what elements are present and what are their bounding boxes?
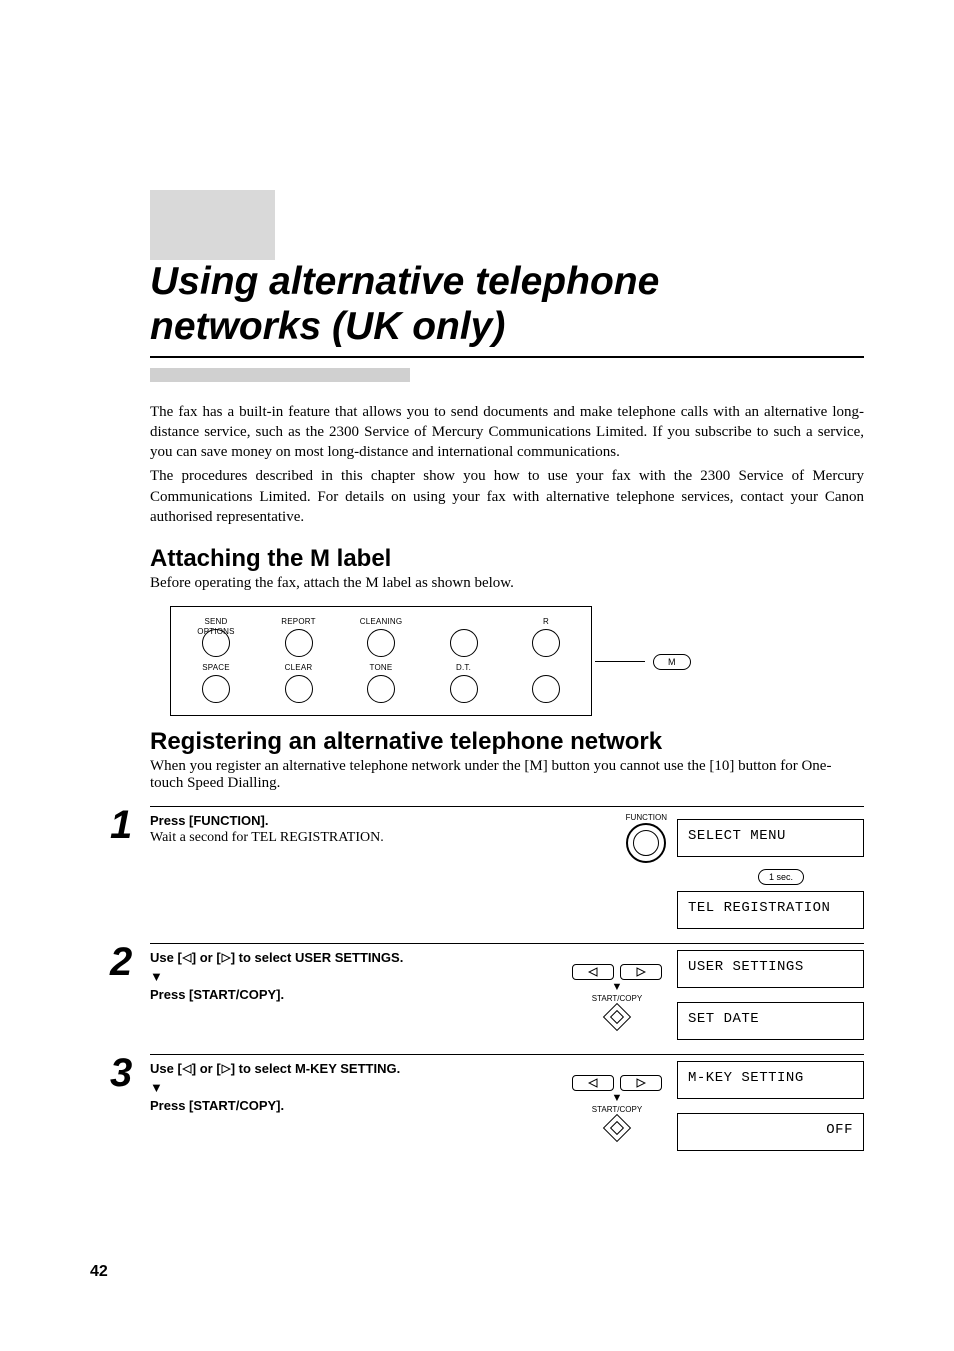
step3-line2: Press [START/COPY]. bbox=[150, 1098, 284, 1113]
start-copy-label: START/COPY bbox=[567, 994, 667, 1003]
btn-label: SPACE bbox=[185, 663, 247, 673]
left-triangle-icon bbox=[182, 1064, 192, 1074]
round-button bbox=[285, 629, 313, 657]
step-2: 2 Use [] or [] to select USER SETTINGS. … bbox=[110, 943, 864, 1040]
heading-attach: Attaching the M label bbox=[150, 545, 864, 573]
page-title: Using alternative telephone networks (UK… bbox=[150, 260, 864, 350]
right-triangle-icon bbox=[221, 953, 231, 963]
btn-label: D.T. bbox=[433, 663, 495, 673]
step1-bold: Press [FUNCTION]. bbox=[150, 813, 268, 828]
step2-line1: Use [] or [] to select USER SETTINGS. bbox=[150, 950, 403, 965]
btn-label: TONE bbox=[350, 663, 412, 673]
step-3: 3 Use [] or [] to select M-KEY SETTING. … bbox=[110, 1054, 864, 1151]
panel-row-2: SPACE CLEAR TONE D.T. bbox=[181, 663, 581, 709]
intro-paragraph-1: The fax has a built-in feature that allo… bbox=[150, 402, 864, 463]
btn-label bbox=[515, 663, 577, 673]
right-arrow-key-icon bbox=[620, 964, 662, 980]
round-button bbox=[367, 675, 395, 703]
btn-label bbox=[433, 617, 495, 627]
step2-line2: Press [START/COPY]. bbox=[150, 987, 284, 1002]
start-copy-label: START/COPY bbox=[567, 1105, 667, 1114]
attach-subtext: Before operating the fax, attach the M l… bbox=[150, 575, 864, 592]
intro-paragraph-2: The procedures described in this chapter… bbox=[150, 466, 864, 527]
step-number: 1 bbox=[110, 806, 150, 842]
round-button bbox=[202, 675, 230, 703]
title-line-1: Using alternative telephone bbox=[150, 260, 659, 303]
round-button bbox=[285, 675, 313, 703]
down-continuation-icon: ▼ bbox=[150, 1080, 556, 1096]
panel-row-1: SEND OPTIONS REPORT CLEANING R bbox=[181, 617, 581, 663]
delay-pill: 1 sec. bbox=[758, 869, 804, 885]
start-copy-icon bbox=[603, 1114, 631, 1142]
btn-label: CLEAR bbox=[268, 663, 330, 673]
btn-label: CLEANING bbox=[350, 617, 412, 627]
button-panel: SEND OPTIONS REPORT CLEANING R SPACE CLE… bbox=[170, 606, 592, 716]
step1-plain: Wait a second for TEL REGISTRATION. bbox=[150, 830, 384, 845]
down-continuation-icon: ▼ bbox=[150, 969, 556, 985]
lcd-display: TEL REGISTRATION bbox=[677, 891, 864, 929]
title-rule bbox=[150, 356, 864, 358]
step-1: 1 Press [FUNCTION]. Wait a second for TE… bbox=[110, 806, 864, 929]
btn-label: REPORT bbox=[268, 617, 330, 627]
round-button bbox=[450, 675, 478, 703]
grey-bar bbox=[150, 368, 410, 382]
lcd-display: SET DATE bbox=[677, 1002, 864, 1040]
btn-label: R bbox=[515, 617, 577, 627]
round-button bbox=[367, 629, 395, 657]
left-triangle-icon bbox=[182, 953, 192, 963]
function-round-icon bbox=[626, 823, 666, 863]
step-number: 3 bbox=[110, 1054, 150, 1090]
lcd-display: OFF bbox=[677, 1113, 864, 1151]
m-label-leader: M bbox=[595, 652, 691, 670]
left-arrow-key-icon bbox=[572, 1075, 614, 1091]
right-arrow-key-icon bbox=[620, 1075, 662, 1091]
lcd-display: USER SETTINGS bbox=[677, 950, 864, 988]
step3-line1: Use [] or [] to select M-KEY SETTING. bbox=[150, 1061, 400, 1076]
button-panel-figure: SEND OPTIONS REPORT CLEANING R SPACE CLE… bbox=[170, 606, 864, 716]
down-triangle-icon: ▼ bbox=[567, 1093, 667, 1104]
btn-label: SEND OPTIONS bbox=[185, 617, 247, 627]
title-line-2: networks (UK only) bbox=[150, 305, 505, 348]
nav-block: ▼ START/COPY bbox=[567, 964, 667, 1027]
function-label: FUNCTION bbox=[626, 813, 667, 822]
start-copy-icon bbox=[603, 1003, 631, 1031]
section-tab bbox=[150, 190, 275, 260]
lcd-display: SELECT MENU bbox=[677, 819, 864, 857]
function-button-icon: FUNCTION bbox=[626, 813, 667, 863]
m-label-chip: M bbox=[653, 654, 691, 670]
register-subtext: When you register an alternative telepho… bbox=[150, 758, 864, 792]
down-triangle-icon: ▼ bbox=[567, 982, 667, 993]
left-arrow-key-icon bbox=[572, 964, 614, 980]
round-button bbox=[450, 629, 478, 657]
round-button bbox=[532, 675, 560, 703]
steps: 1 Press [FUNCTION]. Wait a second for TE… bbox=[110, 806, 864, 1151]
right-triangle-icon bbox=[221, 1064, 231, 1074]
lcd-display: M-KEY SETTING bbox=[677, 1061, 864, 1099]
round-button bbox=[532, 629, 560, 657]
nav-block: ▼ START/COPY bbox=[567, 1075, 667, 1138]
step-number: 2 bbox=[110, 943, 150, 979]
heading-register: Registering an alternative telephone net… bbox=[150, 728, 864, 756]
page-number: 42 bbox=[90, 1263, 108, 1281]
